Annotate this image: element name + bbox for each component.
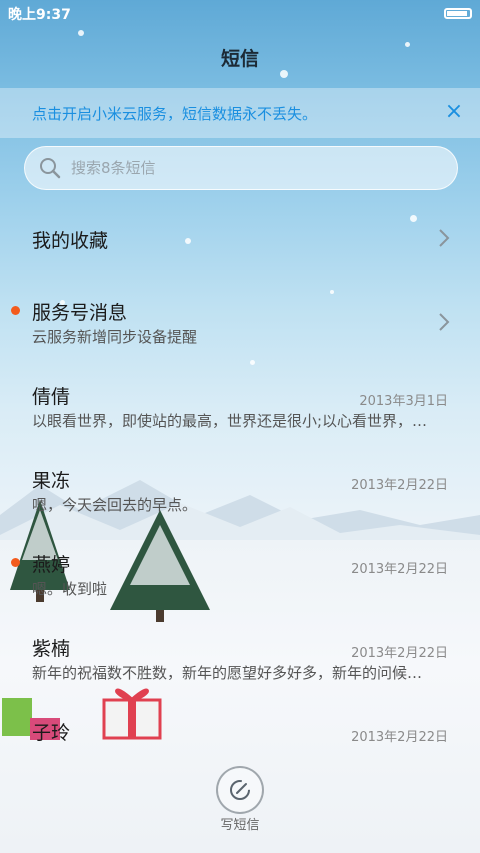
list-item-favorites[interactable]: 我的收藏: [0, 200, 480, 276]
list-item-preview: 嗯，今天会回去的早点。: [32, 496, 198, 514]
list-item-name: 燕婷: [32, 554, 71, 576]
status-time: 晚上9:37: [8, 7, 71, 23]
chevron-right-icon: [439, 229, 450, 247]
list-item-service[interactable]: 服务号消息 云服务新增同步设备提醒: [0, 284, 480, 360]
list-item-conversation[interactable]: 果冻 2013年2月22日 嗯，今天会回去的早点。: [0, 452, 480, 528]
search-box[interactable]: [24, 146, 458, 190]
compose-button[interactable]: [216, 766, 264, 814]
cloud-service-banner[interactable]: 点击开启小米云服务，短信数据永不丢失。 ×: [0, 88, 480, 138]
list-item-name: 子玲: [32, 722, 71, 744]
search-input[interactable]: [71, 159, 431, 177]
list-item-name: 服务号消息: [32, 302, 128, 324]
list-item-name: 我的收藏: [32, 230, 109, 252]
pen-icon: [230, 780, 250, 800]
banner-text[interactable]: 点击开启小米云服务，短信数据永不丢失。: [32, 103, 317, 124]
unread-dot: [11, 306, 20, 315]
close-icon[interactable]: ×: [444, 101, 464, 123]
page-title: 短信: [220, 48, 259, 70]
chevron-right-icon: [439, 313, 450, 331]
list-item-date: 2013年2月22日: [351, 562, 448, 577]
list-item-conversation[interactable]: 倩倩 2013年3月1日 以眼看世界，即使站的最高，世界还是很小;以心看世界，…: [0, 368, 480, 444]
status-bar: 晚上9:37: [0, 0, 480, 28]
list-item-date: 2013年2月22日: [351, 478, 448, 493]
list-item-name: 果冻: [32, 470, 71, 492]
list-item-date: 2013年2月22日: [351, 730, 448, 745]
unread-dot: [11, 558, 20, 567]
compose-label: 写短信: [220, 818, 260, 833]
list-item-conversation[interactable]: 紫楠 2013年2月22日 新年的祝福数不胜数，新年的愿望好多好多，新年的问候…: [0, 620, 480, 696]
list-item-date: 2013年3月1日: [359, 394, 448, 409]
list-item-name: 紫楠: [32, 638, 71, 660]
list-item-preview: 云服务新增同步设备提醒: [32, 328, 198, 346]
search-icon: [40, 158, 61, 179]
list-item-preview: 以眼看世界，即使站的最高，世界还是很小;以心看世界，…: [32, 412, 428, 430]
list-item-name: 倩倩: [32, 386, 71, 408]
battery-icon: [444, 8, 472, 19]
list-item-preview: 新年的祝福数不胜数，新年的愿望好多好多，新年的问候…: [32, 664, 423, 682]
list-item-date: 2013年2月22日: [351, 646, 448, 661]
list-item-conversation[interactable]: 燕婷 2013年2月22日 嗯。收到啦: [0, 536, 480, 612]
list-item-preview: 嗯。收到啦: [32, 580, 108, 598]
